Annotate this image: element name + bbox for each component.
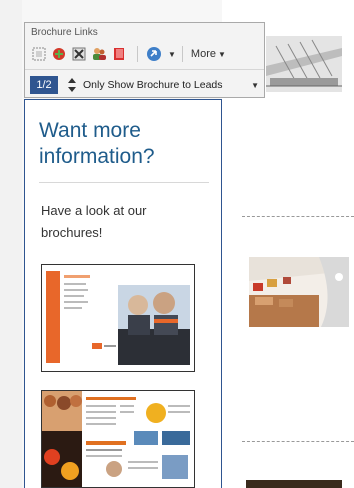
toolbar-divider	[25, 69, 264, 70]
users-icon[interactable]	[91, 46, 107, 62]
page-indicator: 1/2	[30, 76, 58, 94]
panel-title: Want more information?	[39, 119, 155, 168]
filter-label: Only Show Brochure to Leads	[83, 79, 223, 91]
select-icon[interactable]	[31, 46, 47, 62]
toolbar-separator	[137, 46, 138, 62]
brochure-thumbnail[interactable]	[41, 390, 195, 488]
brochure-thumbnail[interactable]	[41, 264, 195, 372]
chevron-down-icon[interactable]: ▼	[251, 81, 259, 90]
toolbar-title: Brochure Links	[31, 27, 98, 38]
stepper-icon[interactable]	[67, 78, 77, 92]
chevron-down-icon: ▼	[217, 49, 226, 59]
book-icon[interactable]	[111, 46, 127, 62]
divider	[39, 182, 209, 183]
brochure-panel: Want more information? Have a look at ou…	[24, 99, 222, 488]
more-button[interactable]: More ▼	[191, 48, 226, 60]
bottom-image	[246, 480, 342, 488]
divider	[242, 216, 354, 217]
navigate-icon[interactable]	[146, 46, 162, 62]
chevron-down-icon[interactable]: ▼	[168, 50, 176, 59]
more-label: More	[190, 48, 216, 60]
brochure-links-toolbar: Brochure Links ▼ More ▼ 1/2 Only Show Br…	[24, 22, 265, 98]
divider	[242, 441, 354, 442]
add-icon[interactable]	[51, 46, 67, 62]
delete-icon[interactable]	[71, 46, 87, 62]
panel-text: Have a look at our brochures!	[41, 203, 147, 240]
office-image	[249, 257, 349, 327]
banner-image	[266, 36, 342, 92]
toolbar-buttons: ▼ More ▼	[31, 44, 226, 64]
toolbar-separator	[181, 46, 183, 62]
brochure-filter-select[interactable]: Only Show Brochure to Leads ▼	[67, 76, 259, 94]
page-margin	[0, 0, 22, 488]
